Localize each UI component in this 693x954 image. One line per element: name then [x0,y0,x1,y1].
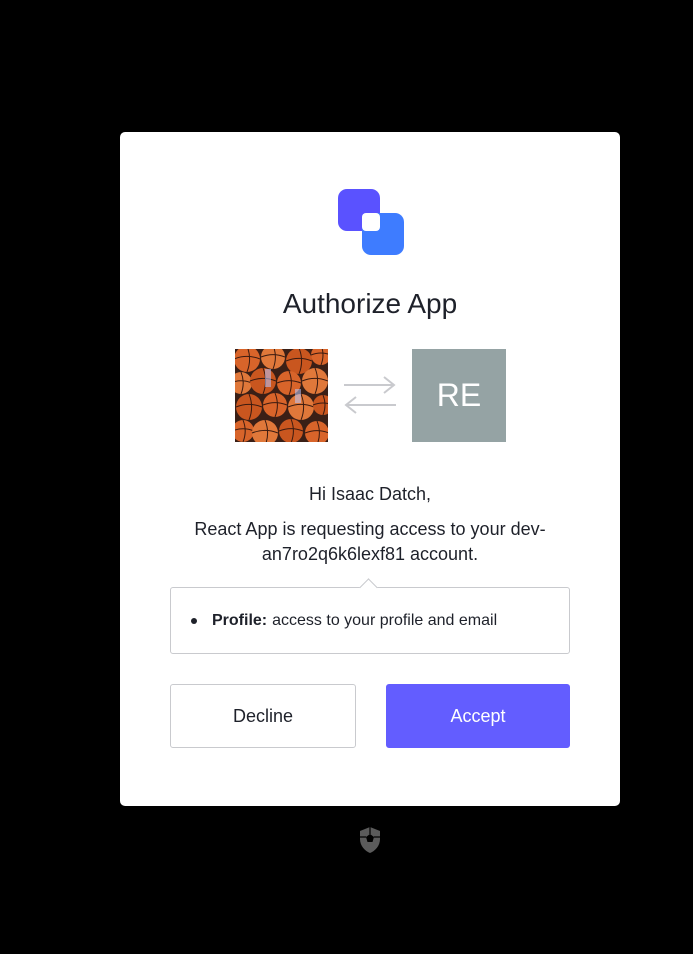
user-avatar [235,349,328,442]
greeting-text: Hi Isaac Datch, [308,484,432,504]
request-line-1: React App is requesting access to your d… [194,519,546,539]
app-avatar: RE [412,349,506,442]
brand-logo-icon [338,189,404,255]
swap-arrows-icon [344,376,396,414]
page-title: Authorize App [282,288,458,319]
scope-description: access to your profile and email [272,612,498,629]
scope-list: Profile: access to your profile and emai… [170,578,570,654]
authorize-dialog: Authorize App RE Hi Isaac Datch, React A… [120,132,620,806]
decline-button[interactable]: Decline [170,684,356,748]
request-text: React App is requesting access to your d… [170,517,570,567]
request-line-2: an7ro2q6k6lexf81 account. [261,544,479,564]
bullet-icon [191,618,197,624]
auth0-shield-icon [360,827,380,853]
scope-item: Profile: access to your profile and emai… [191,612,497,630]
scope-name: Profile: [212,612,268,629]
scope-box-notch [359,578,378,597]
accept-button[interactable]: Accept [386,684,570,748]
basketball-photo-icon [235,349,328,442]
